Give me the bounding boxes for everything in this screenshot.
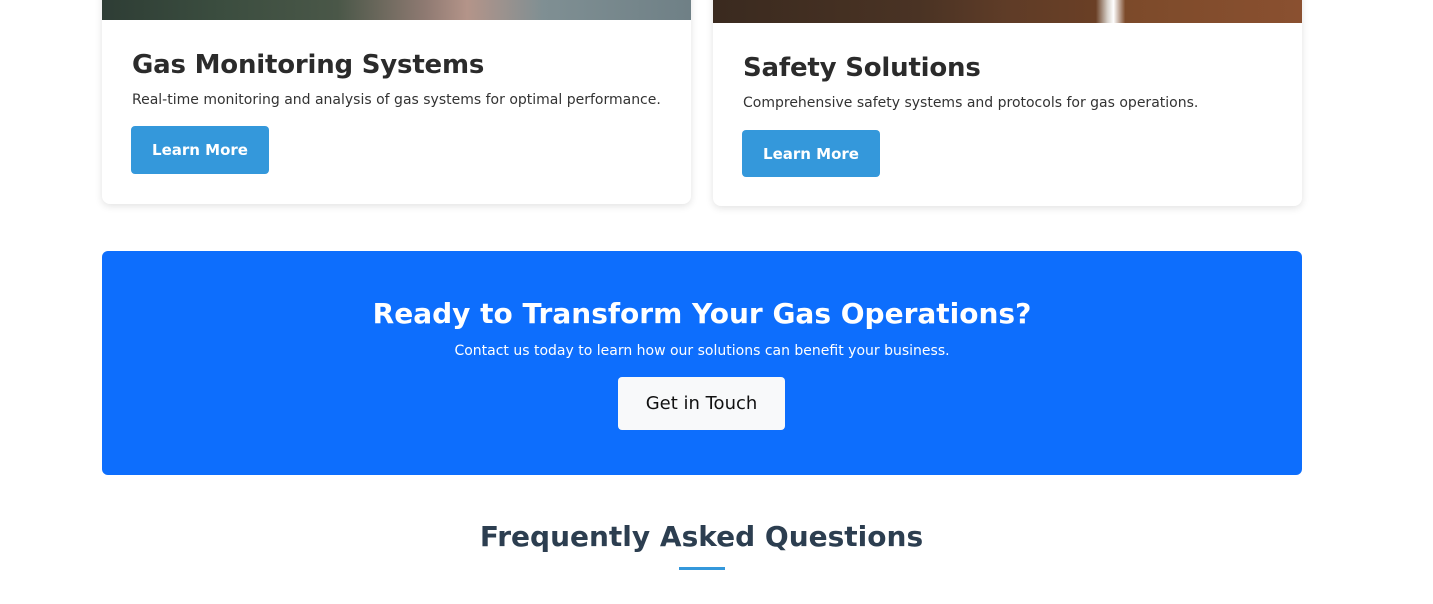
card-image [713,0,1302,23]
service-card-gas-monitoring: Gas Monitoring Systems Real-time monitor… [102,0,691,204]
card-image [102,0,691,20]
card-title: Safety Solutions [743,53,981,83]
faq-title-underline [679,567,725,570]
page: Gas Monitoring Systems Real-time monitor… [0,0,1433,604]
card-description: Real-time monitoring and analysis of gas… [132,92,661,108]
service-card-safety-solutions: Safety Solutions Comprehensive safety sy… [713,0,1302,206]
cta-banner: Ready to Transform Your Gas Operations? … [102,251,1302,475]
card-title: Gas Monitoring Systems [132,50,485,80]
cta-title: Ready to Transform Your Gas Operations? [372,297,1032,330]
cta-subtitle: Contact us today to learn how our soluti… [454,343,950,359]
learn-more-button[interactable]: Learn More [742,130,880,177]
learn-more-button[interactable]: Learn More [131,126,269,174]
faq-section-title: Frequently Asked Questions [479,520,924,553]
card-description: Comprehensive safety systems and protoco… [743,95,1199,111]
get-in-touch-button[interactable]: Get in Touch [618,377,785,430]
